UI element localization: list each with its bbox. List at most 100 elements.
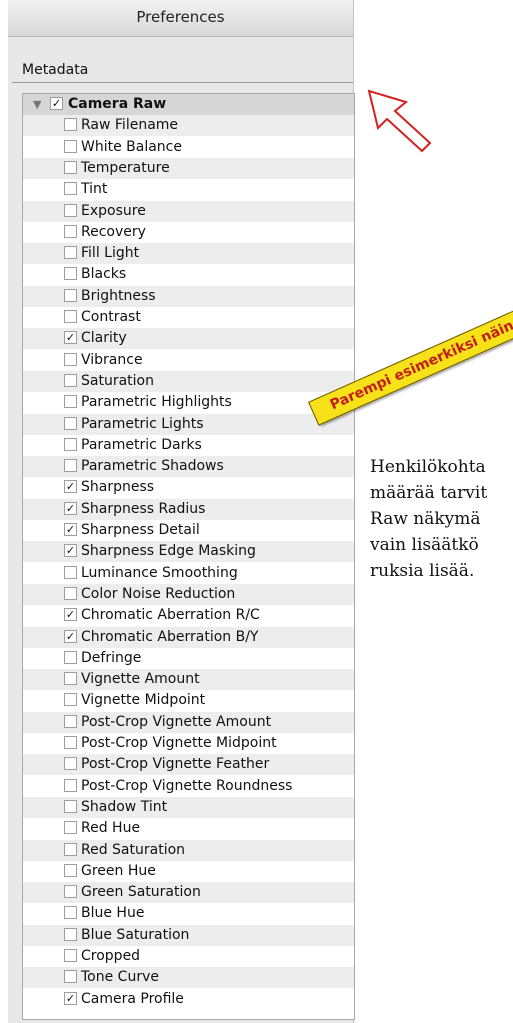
group-row-camera-raw[interactable]: ▼ ✓ Camera Raw <box>23 94 354 115</box>
list-item-label: Temperature <box>81 160 170 176</box>
list-item[interactable]: Parametric Shadows <box>23 456 354 477</box>
checkbox[interactable] <box>64 693 77 706</box>
checkbox[interactable] <box>64 566 77 579</box>
list-item[interactable]: Saturation <box>23 371 354 392</box>
checkmark-icon: ✓ <box>65 544 76 557</box>
checkbox[interactable] <box>64 182 77 195</box>
checkbox[interactable] <box>64 970 77 983</box>
checkbox[interactable]: ✓ <box>64 608 77 621</box>
list-item[interactable]: Post-Crop Vignette Feather <box>23 754 354 775</box>
checkbox[interactable] <box>64 310 77 323</box>
list-item[interactable]: Green Hue <box>23 861 354 882</box>
list-item[interactable]: Exposure <box>23 201 354 222</box>
checkbox[interactable] <box>64 161 77 174</box>
list-item[interactable]: Luminance Smoothing <box>23 563 354 584</box>
checkbox[interactable] <box>64 395 77 408</box>
checkbox[interactable] <box>64 267 77 280</box>
checkbox[interactable] <box>64 204 77 217</box>
list-item[interactable]: ✓ Sharpness Radius <box>23 499 354 520</box>
checkbox[interactable]: ✓ <box>64 544 77 557</box>
list-item[interactable]: Vignette Amount <box>23 669 354 690</box>
checkbox[interactable] <box>64 651 77 664</box>
list-item-label: Chromatic Aberration R/C <box>81 607 260 623</box>
checkbox[interactable] <box>64 225 77 238</box>
checkbox[interactable]: ✓ <box>64 480 77 493</box>
checkbox[interactable] <box>64 587 77 600</box>
list-item[interactable]: ✓ Chromatic Aberration B/Y <box>23 627 354 648</box>
checkbox[interactable] <box>64 736 77 749</box>
list-item[interactable]: Blacks <box>23 264 354 285</box>
checkbox[interactable]: ✓ <box>64 992 77 1005</box>
list-item[interactable]: Shadow Tint <box>23 797 354 818</box>
checkbox[interactable] <box>64 353 77 366</box>
list-item[interactable]: ✓ Sharpness Detail <box>23 520 354 541</box>
list-item-label: Cropped <box>81 948 141 964</box>
list-item[interactable]: Recovery <box>23 222 354 243</box>
list-item[interactable]: Defringe <box>23 648 354 669</box>
list-item[interactable]: Parametric Lights <box>23 414 354 435</box>
list-item[interactable]: Tint <box>23 179 354 200</box>
list-item-label: Green Hue <box>81 863 156 879</box>
list-item[interactable]: Fill Light <box>23 243 354 264</box>
checkbox[interactable]: ✓ <box>50 97 63 110</box>
checkbox[interactable] <box>64 928 77 941</box>
list-item-label: Post-Crop Vignette Roundness <box>81 778 293 794</box>
list-item[interactable]: Green Saturation <box>23 882 354 903</box>
list-item[interactable]: Vignette Midpoint <box>23 690 354 711</box>
list-item[interactable]: Red Saturation <box>23 840 354 861</box>
checkbox[interactable] <box>64 246 77 259</box>
disclosure-triangle-icon[interactable]: ▼ <box>33 94 41 115</box>
arrow-annotation-icon <box>367 89 432 153</box>
list-item[interactable]: Cropped <box>23 946 354 967</box>
list-item[interactable]: Parametric Highlights <box>23 392 354 413</box>
checkbox[interactable] <box>64 821 77 834</box>
checkbox[interactable] <box>64 715 77 728</box>
checkbox[interactable]: ✓ <box>64 523 77 536</box>
list-item[interactable]: ✓ Chromatic Aberration R/C <box>23 605 354 626</box>
annotation-text: Henkilökohta määrää tarvit Raw näkymä vain … <box>370 454 513 584</box>
checkbox[interactable] <box>64 757 77 770</box>
list-item[interactable]: Temperature <box>23 158 354 179</box>
checkbox[interactable] <box>64 949 77 962</box>
checkbox[interactable] <box>64 906 77 919</box>
checkbox[interactable] <box>64 843 77 856</box>
list-item[interactable]: Post-Crop Vignette Roundness <box>23 776 354 797</box>
checkbox[interactable] <box>64 417 77 430</box>
list-item-label: Blue Hue <box>81 905 145 921</box>
checkbox[interactable] <box>64 289 77 302</box>
list-item[interactable]: Raw Filename <box>23 115 354 136</box>
list-item[interactable]: Tone Curve <box>23 967 354 988</box>
checkbox[interactable] <box>64 374 77 387</box>
list-item[interactable]: ✓ Camera Profile <box>23 989 354 1010</box>
checkbox[interactable] <box>64 672 77 685</box>
list-item[interactable]: Brightness <box>23 286 354 307</box>
list-item[interactable]: ✓ Sharpness Edge Masking <box>23 541 354 562</box>
list-item[interactable]: Contrast <box>23 307 354 328</box>
checkbox[interactable] <box>64 459 77 472</box>
checkbox[interactable] <box>64 118 77 131</box>
list-item[interactable]: ✓ Clarity <box>23 328 354 349</box>
list-item[interactable]: Vibrance <box>23 350 354 371</box>
checkbox[interactable] <box>64 438 77 451</box>
checkbox[interactable]: ✓ <box>64 331 77 344</box>
list-item[interactable]: White Balance <box>23 137 354 158</box>
list-item[interactable]: ✓ Sharpness <box>23 477 354 498</box>
list-item[interactable]: Parametric Darks <box>23 435 354 456</box>
list-item[interactable]: Blue Hue <box>23 903 354 924</box>
checkbox[interactable] <box>64 864 77 877</box>
list-item[interactable]: Post-Crop Vignette Midpoint <box>23 733 354 754</box>
checkbox[interactable] <box>64 140 77 153</box>
list-item[interactable]: Red Hue <box>23 818 354 839</box>
checkbox[interactable]: ✓ <box>64 502 77 515</box>
list-item[interactable]: Post-Crop Vignette Amount <box>23 712 354 733</box>
checkbox[interactable] <box>64 885 77 898</box>
list-item-label: Camera Profile <box>81 991 184 1007</box>
checkbox[interactable]: ✓ <box>64 630 77 643</box>
list-item[interactable]: Color Noise Reduction <box>23 584 354 605</box>
list-item-label: Vignette Amount <box>81 671 200 687</box>
checkmark-icon: ✓ <box>65 523 76 536</box>
checkbox[interactable] <box>64 779 77 792</box>
list-item[interactable]: Blue Saturation <box>23 925 354 946</box>
list-item-label: Shadow Tint <box>81 799 168 815</box>
checkbox[interactable] <box>64 800 77 813</box>
